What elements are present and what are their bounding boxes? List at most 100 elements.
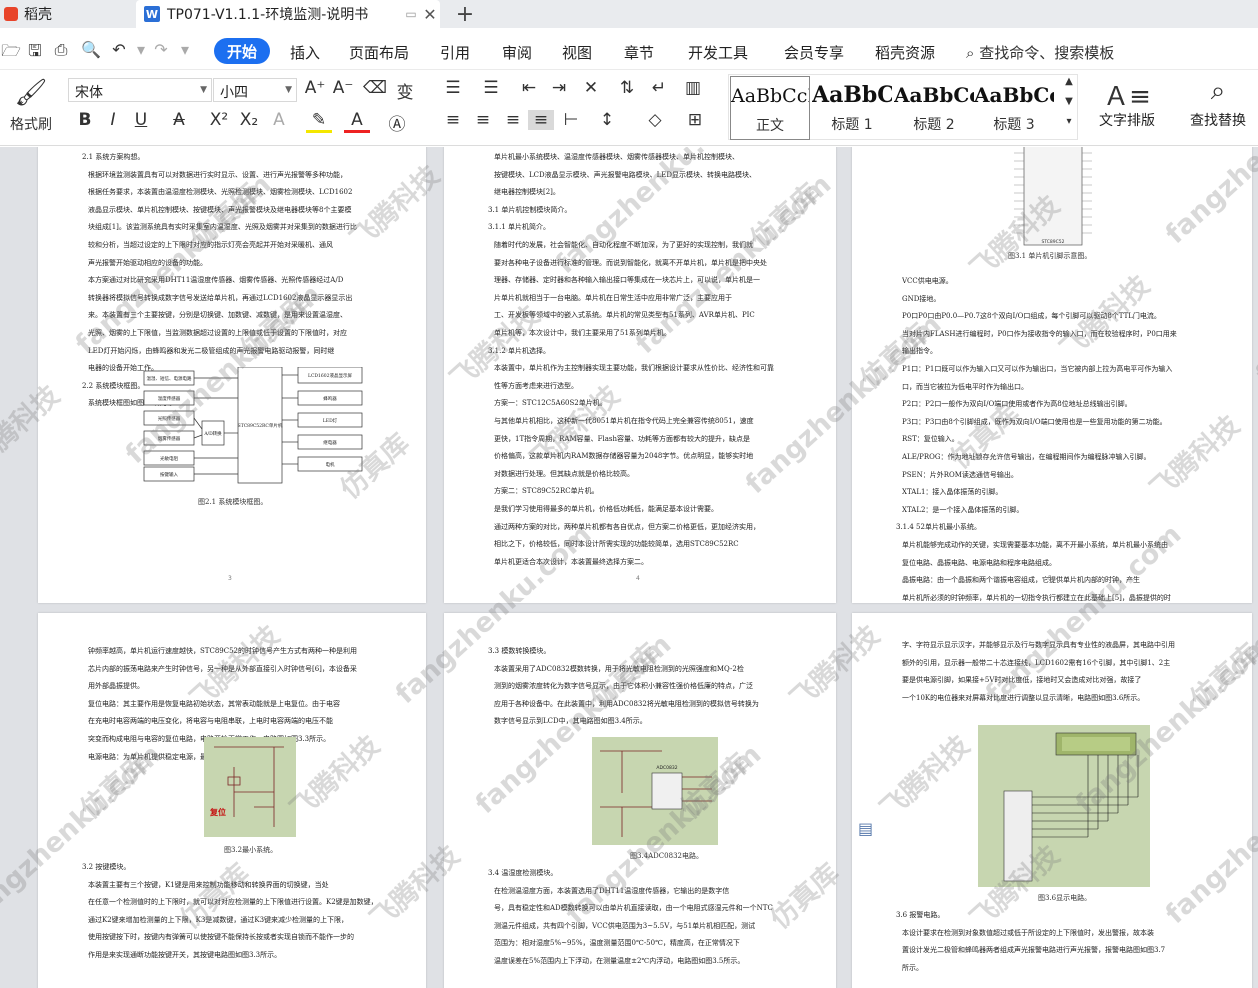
bullets-icon[interactable]: ☰ <box>440 78 466 98</box>
decrease-indent-icon[interactable]: ⇤ <box>516 78 542 98</box>
style-scroll-up-icon[interactable]: ▲ <box>1056 76 1082 87</box>
text-line: 晶振电路：由一个晶振和两个谐振电容组成，它提供单片机内部的时钟，产生 <box>902 576 1140 585</box>
style-heading-1-preview: AaBbCc <box>812 82 892 108</box>
underline-icon[interactable]: U <box>128 110 154 130</box>
font-name-value: 宋体 <box>75 85 103 101</box>
menu-developer[interactable]: 开发工具 <box>688 42 748 63</box>
block-label-led: LED灯 <box>323 417 338 424</box>
new-tab-plus-icon[interactable]: + <box>452 0 478 28</box>
undo-icon[interactable]: ↶ <box>108 40 130 60</box>
text-line: 单片机更适合本次设计，本装置最终选择方案二。 <box>494 557 648 566</box>
text-line: 工、开发板等领域中的嵌入式系统。单片机的常见类型有51系列、AVR单片机、PIC <box>494 311 755 320</box>
document-page: 单片机最小系统模块、温湿度传感器模块、烟雾传感器模块、单片机控制模块、 按键模块、… <box>444 147 836 603</box>
distribute-icon[interactable]: ⊢ <box>558 110 584 130</box>
text-line: 单片机最小系统模块、温湿度传感器模块、烟雾传感器模块、单片机控制模块、 <box>494 153 739 161</box>
text-line: 3.1 单片机控制模块简介。 <box>488 205 572 214</box>
bold-icon[interactable]: B <box>72 110 98 130</box>
shrink-font-icon[interactable]: A⁻ <box>330 78 356 98</box>
show-marks-icon[interactable]: ↵ <box>646 78 672 98</box>
menu-review[interactable]: 审阅 <box>502 42 532 63</box>
ruler-icon[interactable]: ▥ <box>680 78 706 98</box>
italic-icon[interactable]: I <box>100 110 126 130</box>
menu-home-tab[interactable]: 开始 <box>214 38 270 64</box>
strikethrough-icon[interactable]: A <box>166 110 192 130</box>
monitor-icon[interactable]: ▭ <box>402 7 420 21</box>
style-scroll-down-icon[interactable]: ▼ <box>1056 96 1082 107</box>
text-line: 光照、烟雾的上下限值，当监测数据超过设置的上限值或低于设置的下限值时，对应 <box>88 329 347 337</box>
tab-document-label: TP071-V1.1.1-环境监测-说明书 <box>167 7 369 23</box>
style-heading-3[interactable]: AaBbCcI 标题 3 <box>974 76 1054 140</box>
text-line: 所示。 <box>902 963 923 972</box>
font-name-select[interactable]: 宋体 ▼ <box>68 78 212 102</box>
borders-icon[interactable]: ⊞ <box>682 110 708 130</box>
text-line: 本装置采用了ADC0832模数转换，用于将光敏电阻检测到的光照强度和MQ-2检 <box>494 664 744 673</box>
align-center-icon[interactable]: ≡ <box>470 110 496 130</box>
menu-bar: 🗁 🖫 ⎙ 🔍 ↶ ▾ ↷ ▾ 开始 插入 页面布局 引用 审阅 视图 章节 开… <box>0 28 1258 70</box>
shading-icon[interactable]: ◇ <box>642 110 668 130</box>
subscript-icon[interactable]: X₂ <box>236 110 262 130</box>
adc0832-schematic: ADC0832 <box>592 737 718 845</box>
style-heading-3-preview: AaBbCcI <box>974 83 1054 107</box>
align-left-icon[interactable]: ≡ <box>440 110 466 130</box>
menu-docer-resources[interactable]: 稻壳资源 <box>875 42 935 63</box>
text-effect-icon[interactable]: A <box>266 110 292 130</box>
text-layout-label: 文字排版 <box>1099 113 1155 129</box>
style-more-icon[interactable]: ▾ <box>1056 116 1082 127</box>
justify-icon[interactable]: ≡ <box>528 110 554 130</box>
print-preview-icon[interactable]: 🔍 <box>80 40 102 60</box>
tab-docer[interactable]: 稻壳 <box>0 0 130 28</box>
text-line: XTAL1：接入晶体振荡的引脚。 <box>902 488 1003 497</box>
block-label-relay: 继电器 <box>323 439 337 446</box>
font-size-select[interactable]: 小四 ▼ <box>213 78 297 102</box>
text-line: 要是供电源引脚，如果接+5V时对比度低，接地时又会造成对比对强，故接了 <box>902 676 1142 685</box>
style-heading-1[interactable]: AaBbCc 标题 1 <box>812 76 892 140</box>
style-heading-2[interactable]: AaBbCcD 标题 2 <box>894 76 974 140</box>
save-icon[interactable]: 🖫 <box>24 40 46 60</box>
text-line: 本方案通过对比研究采用DHT11温湿度传感器、烟雾传感器、光照传感器经过A/D <box>88 276 344 285</box>
highlight-icon[interactable]: ✎ <box>306 110 332 133</box>
command-search[interactable]: ⌕ 查找命令、搜索模板 <box>966 42 1114 63</box>
superscript-icon[interactable]: X² <box>206 110 232 130</box>
menu-references[interactable]: 引用 <box>440 42 470 63</box>
numbering-icon[interactable]: ☰ <box>478 78 504 98</box>
text-line: 转换器将模拟信号转换成数字信号发送给单片机，再通过LCD1602液晶显示器显示出 <box>88 293 353 302</box>
grow-font-icon[interactable]: A⁺ <box>302 78 328 98</box>
find-replace-button[interactable]: ⌕ 查找替换 <box>1182 76 1254 130</box>
page-thumbnail-icon[interactable]: ▤ <box>858 819 886 843</box>
text-line: 本设计要求在检测到对象数值超过或低于所设定的上下限值时，发出警报，故本装 <box>902 928 1154 937</box>
page-number: 3 <box>228 575 232 582</box>
text-line: 与其他单片机相比，这种新一代8051单片机在指令代码上完全兼容传统8051，速度 <box>494 417 754 425</box>
redo-icon[interactable]: ↷ <box>150 40 172 60</box>
chinese-layout-icon[interactable]: ✕ <box>578 78 604 98</box>
tab-document[interactable]: W TP071-V1.1.1-环境监测-说明书 ▭ ✕ <box>136 0 440 28</box>
increase-indent-icon[interactable]: ⇥ <box>546 78 572 98</box>
menu-chapter[interactable]: 章节 <box>624 42 654 63</box>
text-layout-button[interactable]: Ａ≡ 文字排版 <box>1090 76 1164 130</box>
redo-dropdown-icon[interactable]: ▾ <box>174 40 196 60</box>
align-right-icon[interactable]: ≡ <box>500 110 526 130</box>
text-line: 3.4 温湿度检测模块。 <box>488 869 558 877</box>
open-folder-icon[interactable]: 🗁 <box>0 40 22 60</box>
menu-page-layout[interactable]: 页面布局 <box>349 42 409 63</box>
text-line: 3.1.2 单片机选择。 <box>488 346 551 355</box>
document-canvas[interactable]: 2.1 系统方案构想。 根据环境监测装置具有可以对数据进行实时显示、设置、进行声光… <box>0 147 1258 988</box>
sort-icon[interactable]: ⇅ <box>614 78 640 98</box>
close-icon[interactable]: ✕ <box>420 5 440 24</box>
text-line: P1口：P1口既可以作为输入口又可以作为输出口，当它被内部上拉为高电平可作为输入 <box>902 365 1173 373</box>
clear-format-icon[interactable]: ⌫ <box>362 78 388 98</box>
print-icon[interactable]: ⎙ <box>50 40 72 60</box>
reset-label: 复位 <box>209 807 226 817</box>
text-line: 在检测温湿度方面，本装置选用了DHT11温湿度传感器，它输出的是数字信 <box>494 886 730 895</box>
menu-member[interactable]: 会员专享 <box>784 42 844 63</box>
text-line: 复位电路、晶振电路、电源电路和程序电路组成。 <box>902 558 1056 567</box>
line-spacing-icon[interactable]: ↕ <box>594 110 620 130</box>
char-shading-icon[interactable]: Ⓐ <box>384 110 410 135</box>
format-painter-button[interactable]: 🖌 格式刷 <box>2 78 60 134</box>
block-label-power: 温湿、短信、电源电路 <box>147 375 192 382</box>
menu-insert[interactable]: 插入 <box>290 42 320 63</box>
undo-dropdown-icon[interactable]: ▾ <box>130 40 152 60</box>
phonetic-guide-icon[interactable]: 变 <box>392 78 418 103</box>
style-normal[interactable]: AaBbCcDd 正文 <box>730 76 810 140</box>
font-color-icon[interactable]: A <box>344 110 370 133</box>
menu-view[interactable]: 视图 <box>562 42 592 63</box>
